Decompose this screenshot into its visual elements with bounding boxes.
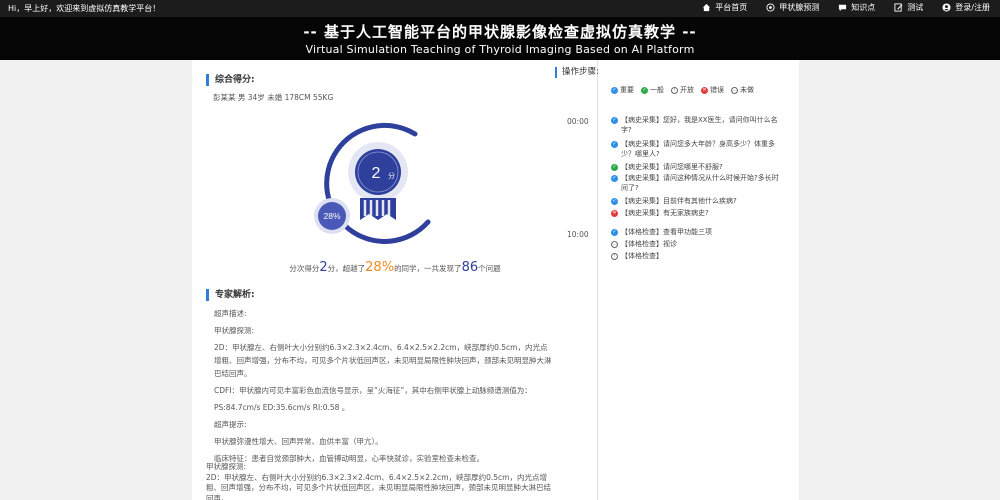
info-icon: ! — [611, 253, 618, 260]
steps-panel: 操作步骤: ✓ 重要 ✓ 一般 ! 开放 ✕ 错误 … 未做 00:00 10:00 ✓ 【… — [555, 60, 799, 500]
expert-line: CDFI：甲状腺内可见丰富彩色血流信号显示，呈“火海征”，其中右侧甲状腺上动脉频… — [214, 386, 532, 395]
score-summary: 分次得分2分，超越了28%的同学，一共发现了86个问题 — [192, 260, 597, 275]
home-icon — [701, 3, 711, 13]
timestamp: 00:00 — [567, 117, 589, 126]
expert-line: 2D：甲状腺左、右侧叶大小分别约6.3×2.3×2.4cm、6.4×2.5×2.… — [214, 343, 552, 378]
summary-score: 2 — [319, 260, 328, 275]
nav-label: 平台首页 — [715, 3, 748, 12]
expert-line: 甲状腺弥漫性增大、回声异常、血供丰富（甲亢）。 — [214, 437, 383, 446]
step-text: 【病史采集】目前伴有其他什么疾病? — [621, 197, 737, 205]
nav-item-home[interactable]: 平台首页 — [701, 2, 747, 13]
step-item[interactable]: ! 【体格检查】 — [611, 252, 781, 262]
main-panel: 综合得分: 彭某某 男 34岁 未婚 178CM 55KG 2 分 28% 分次… — [192, 60, 799, 500]
check-icon: ✓ — [611, 228, 618, 236]
step-item[interactable]: ✕ 【病史采集】有无家族病史? — [611, 209, 781, 219]
patient-info: 彭某某 男 34岁 未婚 178CM 55KG — [213, 93, 334, 102]
step-text: 【体格检查】 — [621, 252, 663, 260]
summary-percent: 28% — [365, 260, 395, 275]
step-text: 【病史采集】请问这种情况从什么时候开始?多长时间了? — [621, 174, 779, 192]
expert-line: PS:84.7cm/s ED:35.6cm/s RI:0.58 。 — [214, 403, 350, 412]
ellipsis-icon: … — [731, 86, 738, 94]
legend-label: 重要 — [620, 86, 634, 94]
summary-text: 的同学，一共发现了 — [394, 264, 462, 273]
step-item[interactable]: ✓ 【病史采集】请问这种情况从什么时候开始?多长时间了? — [611, 174, 781, 193]
expert-repeat-title: 甲状腺探测: — [206, 462, 247, 471]
check-icon: ✓ — [611, 174, 618, 182]
banner-title-cn: -- 基于人工智能平台的甲状腺影像检查虚拟仿真教学 -- — [303, 23, 697, 41]
info-icon: ! — [671, 86, 678, 94]
legend-important: ✓ 重要 — [611, 85, 634, 95]
check-icon: ✓ — [611, 163, 618, 171]
expert-analysis: 超声描述: 甲状腺探测: 2D：甲状腺左、右侧叶大小分别约6.3×2.3×2.4… — [214, 307, 554, 469]
banner-title-en: Virtual Simulation Teaching of Thyroid I… — [305, 43, 695, 56]
score-medal: 2 分 28% — [310, 120, 450, 250]
page-banner: -- 基于人工智能平台的甲状腺影像检查虚拟仿真教学 -- Virtual Sim… — [0, 17, 1000, 60]
medal-graphic: 2 分 28% — [314, 122, 431, 244]
check-icon: ✓ — [611, 86, 618, 94]
step-text: 【病史采集】请问您多大年龄？身高多少？体重多少？哪里人? — [621, 140, 775, 158]
step-text: 【病史采集】您好，我是XX医生，请问你叫什么名字? — [621, 116, 778, 134]
expert-line: 超声提示: — [214, 420, 247, 429]
nav-label: 知识点 — [851, 3, 876, 12]
result-panel: 综合得分: 彭某某 男 34岁 未婚 178CM 55KG 2 分 28% 分次… — [192, 60, 598, 500]
cross-icon: ✕ — [611, 209, 618, 217]
top-nav: 平台首页 甲状腺预测 知识点 测试 登录/注册 — [701, 2, 990, 13]
chat-icon — [837, 3, 847, 13]
expert-section-title: 专家解析: — [206, 289, 255, 301]
step-item[interactable]: ✓ 【病史采集】目前伴有其他什么疾病? — [611, 197, 781, 207]
legend-open: ! 开放 — [671, 85, 694, 95]
check-icon: ✓ — [611, 197, 618, 205]
step-text: 【体格检查】查看甲功能三项 — [621, 228, 712, 236]
step-text: 【体格检查】视诊 — [621, 240, 677, 248]
cross-icon: ✕ — [701, 86, 708, 94]
nav-item-thyroid-predict[interactable]: 甲状腺预测 — [765, 2, 819, 13]
legend-general: ✓ 一般 — [641, 85, 664, 95]
nav-item-knowledge[interactable]: 知识点 — [837, 2, 875, 13]
legend-label: 开放 — [680, 86, 694, 94]
nav-item-login[interactable]: 登录/注册 — [941, 2, 990, 13]
expert-line: 甲状腺探测: — [214, 326, 255, 335]
nav-item-test[interactable]: 测试 — [893, 2, 923, 13]
steps-legend: ✓ 重要 ✓ 一般 ! 开放 ✕ 错误 … 未做 — [611, 85, 754, 95]
step-item[interactable]: ✓ 【病史采集】请问您哪里不舒服? — [611, 163, 781, 173]
step-text: 【病史采集】有无家族病史? — [621, 209, 709, 217]
step-item[interactable]: ✓ 【病史采集】请问您多大年龄？身高多少？体重多少？哪里人? — [611, 140, 781, 159]
step-item[interactable]: ✓ 【体格检查】查看甲功能三项 — [611, 228, 781, 238]
legend-label: 错误 — [710, 86, 724, 94]
legend-undone: … 未做 — [731, 85, 754, 95]
nav-label: 登录/注册 — [955, 3, 990, 12]
summary-count: 86 — [461, 260, 479, 275]
steps-section-title: 操作步骤: — [555, 67, 599, 78]
medal-score-unit: 分 — [388, 171, 395, 180]
check-icon: ✓ — [641, 86, 648, 94]
legend-label: 一般 — [650, 86, 664, 94]
step-text: 【病史采集】请问您哪里不舒服? — [621, 163, 723, 171]
medal-percent-text: 28% — [323, 211, 340, 221]
greeting-text: Hi，早上好，欢迎来到虚拟仿真教学平台！ — [8, 4, 161, 13]
target-icon — [765, 3, 775, 13]
ellipsis-icon: … — [611, 240, 618, 248]
check-icon: ✓ — [611, 140, 618, 148]
nav-label: 甲状腺预测 — [779, 3, 820, 12]
summary-text: 分，超越了 — [327, 264, 366, 273]
expert-line: 超声描述: — [214, 309, 247, 318]
expert-repeat: 甲状腺探测: 2D：甲状腺左、右侧叶大小分别约6.3×2.3×2.4cm、6.4… — [206, 462, 556, 500]
score-section-title: 综合得分: — [206, 74, 255, 86]
legend-label: 未做 — [740, 86, 754, 94]
expert-repeat-text: 2D：甲状腺左、右侧叶大小分别约6.3×2.3×2.4cm、6.4×2.5×2.… — [206, 472, 551, 500]
top-bar: Hi，早上好，欢迎来到虚拟仿真教学平台！ 平台首页 甲状腺预测 知识点 测试 登… — [0, 0, 1000, 17]
nav-label: 测试 — [907, 3, 924, 12]
user-icon — [941, 3, 951, 13]
edit-icon — [893, 3, 903, 13]
step-item[interactable]: ✓ 【病史采集】您好，我是XX医生，请问你叫什么名字? — [611, 116, 781, 135]
summary-text: 个问题 — [478, 264, 501, 273]
step-item[interactable]: … 【体格检查】视诊 — [611, 240, 781, 250]
check-icon: ✓ — [611, 116, 618, 124]
legend-error: ✕ 错误 — [701, 85, 724, 95]
summary-text: 分次得分 — [289, 264, 320, 273]
timestamp: 10:00 — [567, 230, 589, 239]
medal-score-text: 2 — [372, 165, 381, 182]
